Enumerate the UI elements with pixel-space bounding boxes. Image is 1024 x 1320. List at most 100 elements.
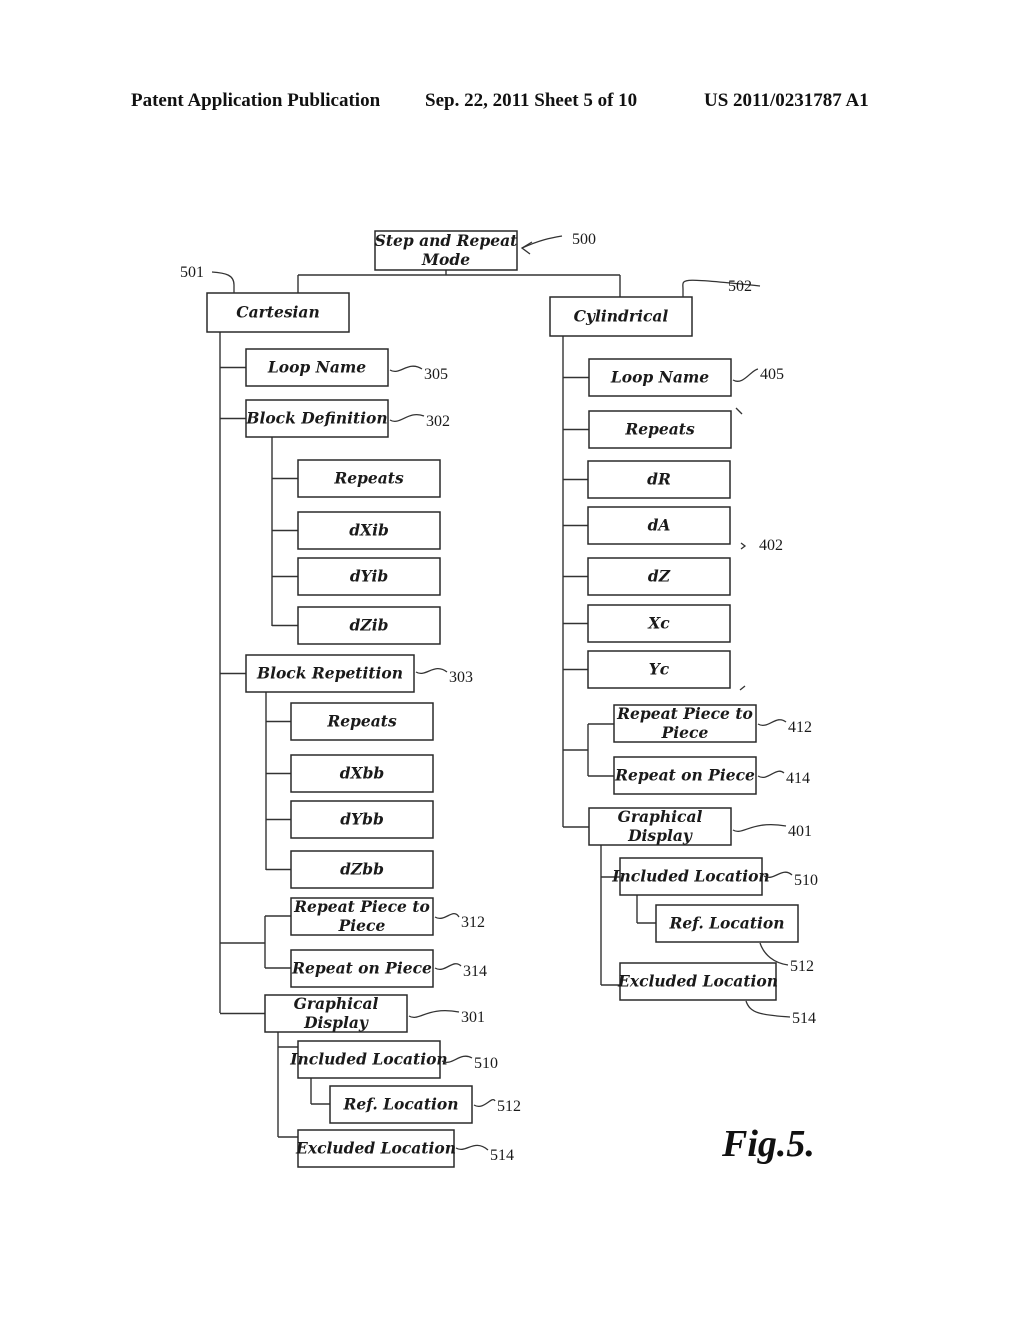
leader-line xyxy=(757,719,787,726)
reference-numeral: 303 xyxy=(449,669,473,686)
node-box-y-yc: Yc xyxy=(587,650,731,689)
node-label: Display xyxy=(303,1013,369,1032)
node-box-c-rp2p: Repeat Piece toPiece xyxy=(290,897,434,936)
reference-numeral: 501 xyxy=(180,264,204,281)
node-label: dXib xyxy=(349,521,389,540)
leader-line xyxy=(455,1144,489,1151)
leader-line xyxy=(434,963,462,970)
reference-numeral: 401 xyxy=(788,823,812,840)
node-label: Piece xyxy=(338,916,386,935)
node-box-y-da: dA xyxy=(587,506,731,545)
node-label: dR xyxy=(647,470,671,489)
node-box-c-bd-rep: Repeats xyxy=(297,459,441,498)
step-and-repeat-tree-diagram: Step and RepeatMode Cartesian Cylindrical L… xyxy=(180,230,818,1168)
reference-numeral: 510 xyxy=(474,1055,498,1072)
group-bracket-mid xyxy=(740,542,747,550)
node-label: Repeats xyxy=(326,712,397,731)
node-box-cart: Cartesian xyxy=(206,292,350,333)
node-box-y-rp2p: Repeat Piece toPiece xyxy=(613,704,757,743)
node-label: Repeat Piece to xyxy=(616,704,753,723)
reference-numeral: 412 xyxy=(788,719,812,736)
node-box-c-excl: Excluded Location xyxy=(295,1129,456,1168)
node-box-y-incl: Included Location xyxy=(611,857,770,896)
node-label: Included Location xyxy=(611,867,769,886)
node-label: Step and Repeat xyxy=(375,231,518,250)
node-box-c-brep: Block Repetition xyxy=(245,654,415,693)
node-box-c-rop: Repeat on Piece xyxy=(290,949,434,988)
leader-line xyxy=(745,1000,791,1018)
group-bracket-top xyxy=(735,407,743,415)
node-label: Repeat on Piece xyxy=(291,959,432,978)
node-box-c-dzbb: dZbb xyxy=(290,850,434,889)
leader-line xyxy=(389,365,423,372)
node-label: Graphical xyxy=(294,994,379,1013)
node-label: Loop Name xyxy=(610,368,709,387)
node-label: Graphical xyxy=(618,807,703,826)
node-label: Ref. Location xyxy=(342,1095,458,1114)
node-box-y-dr: dR xyxy=(587,460,731,499)
leader-line xyxy=(434,912,460,919)
reference-numeral: 514 xyxy=(792,1010,816,1027)
leader-line xyxy=(521,235,563,249)
node-box-c-refl: Ref. Location xyxy=(329,1085,473,1124)
reference-numeral: 512 xyxy=(497,1098,521,1115)
leader-line xyxy=(732,824,787,832)
node-label: Cylindrical xyxy=(574,307,669,326)
node-box-c-gd: GraphicalDisplay xyxy=(264,994,408,1033)
reference-numeral: 514 xyxy=(490,1147,514,1164)
reference-numeral: 512 xyxy=(790,958,814,975)
node-label: Yc xyxy=(649,660,670,679)
node-box-c-dxbb: dXbb xyxy=(290,754,434,793)
node-label: dZib xyxy=(350,616,389,635)
node-label: Piece xyxy=(661,723,709,742)
patent-drawing-page: Patent Application Publication Sep. 22, … xyxy=(0,0,1024,1320)
node-box-root: Step and RepeatMode xyxy=(374,230,518,271)
reference-numeral: 402 xyxy=(759,537,783,554)
reference-numeral: 414 xyxy=(786,770,810,787)
leader-line xyxy=(211,271,235,293)
node-box-c-bdef: Block Definition xyxy=(245,399,389,438)
node-label: Repeat Piece to xyxy=(293,897,430,916)
reference-numeral: 301 xyxy=(461,1009,485,1026)
node-box-y-dz: dZ xyxy=(587,557,731,596)
node-label: dA xyxy=(648,516,671,535)
leader-line xyxy=(389,414,425,422)
leader-line xyxy=(408,1010,460,1018)
node-box-c-dxib: dXib xyxy=(297,511,441,550)
leader-line xyxy=(415,667,448,674)
reference-numeral: 405 xyxy=(760,366,784,383)
node-box-c-loop: Loop Name xyxy=(245,348,389,387)
node-label: Excluded Location xyxy=(295,1139,456,1158)
leader-line xyxy=(757,770,785,778)
node-label: dZ xyxy=(648,567,671,586)
node-box-c-incl: Included Location xyxy=(289,1040,448,1079)
node-label: Repeat on Piece xyxy=(614,766,755,785)
node-label: Cartesian xyxy=(236,303,320,322)
node-label: dYib xyxy=(350,567,388,586)
figure-label: Fig.5. xyxy=(722,1123,815,1165)
node-label: Block Repetition xyxy=(256,664,403,683)
node-label: Repeats xyxy=(333,469,404,488)
node-box-c-br-rep: Repeats xyxy=(290,702,434,741)
node-box-y-rop: Repeat on Piece xyxy=(613,756,757,795)
leader-line xyxy=(732,368,759,382)
node-label: Repeats xyxy=(624,420,695,439)
node-label: Excluded Location xyxy=(617,972,778,991)
reference-numeral: 502 xyxy=(728,278,752,295)
node-box-c-dzib: dZib xyxy=(297,606,441,645)
node-box-c-dyib: dYib xyxy=(297,557,441,596)
reference-numeral: 302 xyxy=(426,413,450,430)
node-box-c-dybb: dYbb xyxy=(290,800,434,839)
node-label: dZbb xyxy=(340,860,384,879)
leader-line xyxy=(759,942,789,966)
node-label: Mode xyxy=(421,250,470,269)
reference-numeral: 314 xyxy=(463,963,487,980)
node-label: Block Definition xyxy=(245,409,387,428)
node-label: dXbb xyxy=(340,764,385,783)
node-box-y-loop: Loop Name xyxy=(588,358,732,397)
node-label: dYbb xyxy=(340,810,384,829)
node-label: Ref. Location xyxy=(668,914,784,933)
node-box-y-xc: Xc xyxy=(587,604,731,643)
reference-numeral: 305 xyxy=(424,366,448,383)
reference-numeral: 510 xyxy=(794,872,818,889)
